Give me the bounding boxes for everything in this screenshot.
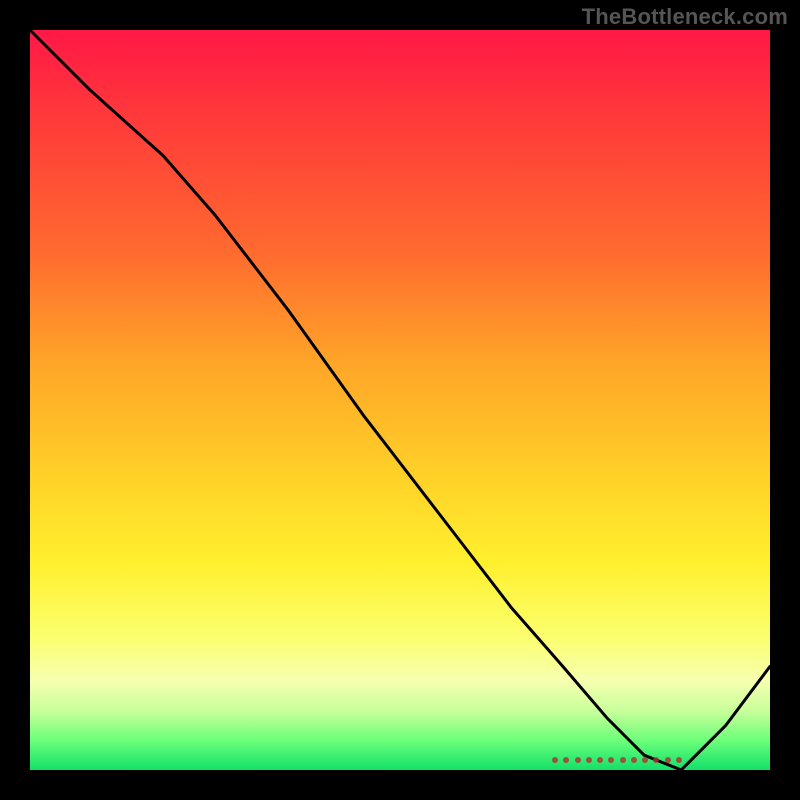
curve-svg [30, 30, 770, 770]
watermark-text: TheBottleneck.com [582, 4, 788, 30]
floor-marker-dot [676, 757, 682, 763]
floor-marker-strip [552, 756, 682, 764]
floor-marker-dot [620, 757, 626, 763]
floor-marker-dot [597, 757, 603, 763]
plot-area [30, 30, 770, 770]
chart-frame: TheBottleneck.com [0, 0, 800, 800]
bottleneck-curve [30, 30, 770, 770]
floor-marker-dot [575, 757, 581, 763]
floor-marker-dot [586, 757, 592, 763]
floor-marker-dot [552, 757, 558, 763]
floor-marker-dot [563, 757, 569, 763]
floor-marker-dot [642, 757, 648, 763]
floor-marker-dot [631, 757, 637, 763]
floor-marker-dot [608, 757, 614, 763]
floor-marker-dot [665, 757, 671, 763]
floor-marker-dot [653, 757, 659, 763]
